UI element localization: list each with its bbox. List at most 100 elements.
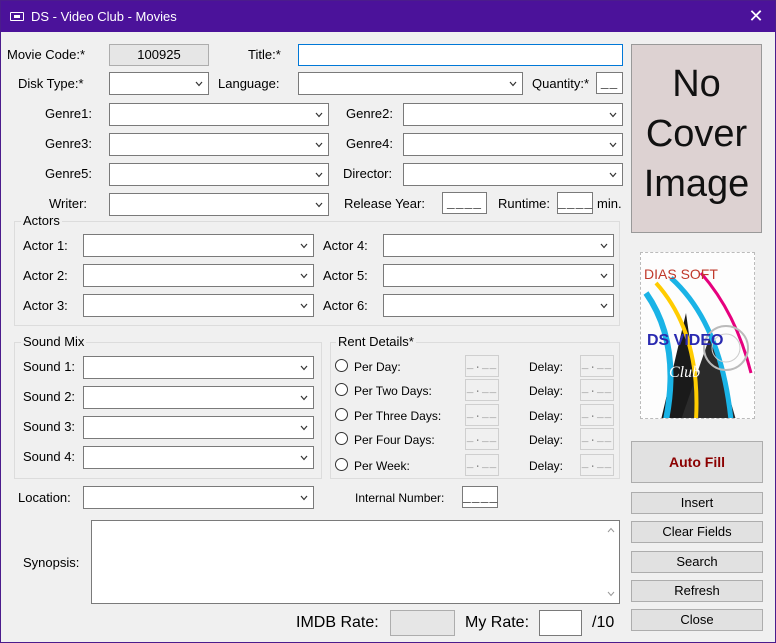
- my-rate-input[interactable]: [539, 610, 582, 636]
- synopsis-scrollbar[interactable]: [603, 521, 619, 603]
- per-two-days-label: Per Two Days:: [354, 384, 432, 398]
- per-two-days-delay-label: Delay:: [529, 384, 564, 398]
- chevron-down-icon: [315, 112, 323, 118]
- imdb-rate-label: IMDB Rate:: [296, 614, 379, 631]
- release-year-label: Release Year:: [344, 196, 425, 211]
- genre4-label: Genre4:: [346, 136, 393, 151]
- location-select[interactable]: [83, 486, 314, 509]
- chevron-down-icon: [509, 81, 517, 87]
- sound2-label: Sound 2:: [23, 389, 76, 404]
- per-week-radio[interactable]: [335, 458, 348, 471]
- chevron-down-icon: [600, 243, 608, 249]
- my-rate-label: My Rate:: [465, 614, 530, 631]
- close-window-icon[interactable]: ✕: [745, 5, 767, 27]
- cover-image[interactable]: No Cover Image: [631, 44, 762, 233]
- clear-fields-button[interactable]: Clear Fields: [631, 521, 763, 543]
- sound1-select[interactable]: [83, 356, 314, 379]
- per-two-days-price[interactable]: _.__: [465, 379, 499, 401]
- chevron-down-icon: [609, 172, 617, 178]
- sound3-select[interactable]: [83, 416, 314, 439]
- actor2-label: Actor 2:: [23, 268, 68, 283]
- quantity-label: Quantity:*: [532, 76, 590, 91]
- search-button[interactable]: Search: [631, 551, 763, 573]
- per-three-days-label: Per Three Days:: [354, 409, 442, 423]
- my-rate-scale-label: /10: [592, 614, 615, 631]
- actor4-select[interactable]: [383, 234, 614, 257]
- cover-text-line3: Image: [643, 163, 750, 205]
- per-two-days-delay[interactable]: _.__: [580, 379, 614, 401]
- per-two-days-radio[interactable]: [335, 383, 348, 396]
- per-four-days-label: Per Four Days:: [354, 433, 435, 447]
- actor1-label: Actor 1:: [23, 238, 68, 253]
- actor4-label: Actor 4:: [323, 238, 368, 253]
- genre1-select[interactable]: [109, 103, 329, 126]
- writer-label: Writer:: [49, 196, 88, 211]
- per-day-delay[interactable]: _.__: [580, 355, 614, 377]
- writer-select[interactable]: [109, 193, 329, 216]
- cover-text-line1: No: [672, 63, 721, 105]
- logo-mid-text: DS VIDEO: [647, 332, 723, 349]
- per-day-radio[interactable]: [335, 359, 348, 372]
- quantity-input[interactable]: __: [596, 72, 623, 94]
- genre5-label: Genre5:: [45, 166, 92, 181]
- genre3-select[interactable]: [109, 133, 329, 156]
- actor5-label: Actor 5:: [323, 268, 368, 283]
- per-four-days-price[interactable]: _.__: [465, 428, 499, 450]
- chevron-down-icon: [300, 425, 308, 431]
- actor3-label: Actor 3:: [23, 298, 68, 313]
- runtime-unit-label: min.: [597, 196, 622, 211]
- disk-type-select[interactable]: [109, 72, 209, 95]
- sound3-label: Sound 3:: [23, 419, 76, 434]
- location-label: Location:: [18, 490, 71, 505]
- chevron-down-icon: [300, 495, 308, 501]
- scroll-down-icon[interactable]: [607, 591, 615, 597]
- runtime-label: Runtime:: [498, 196, 551, 211]
- per-day-delay-label: Delay:: [529, 360, 564, 374]
- per-three-days-price[interactable]: _.__: [465, 404, 499, 426]
- sound4-select[interactable]: [83, 446, 314, 469]
- genre4-select[interactable]: [403, 133, 623, 156]
- actor2-select[interactable]: [83, 264, 314, 287]
- per-three-days-delay-label: Delay:: [529, 409, 564, 423]
- rent-details-group-title: Rent Details*: [336, 334, 416, 349]
- app-icon: [10, 12, 24, 21]
- per-three-days-radio[interactable]: [335, 408, 348, 421]
- release-year-input[interactable]: ____: [442, 192, 487, 214]
- cover-text-line2: Cover: [645, 113, 748, 155]
- per-four-days-delay[interactable]: _.__: [580, 428, 614, 450]
- per-day-price[interactable]: _.__: [465, 355, 499, 377]
- close-button[interactable]: Close: [631, 609, 763, 631]
- per-three-days-delay[interactable]: _.__: [580, 404, 614, 426]
- company-logo: DIAS SOFT DS VIDEO Club: [640, 252, 755, 419]
- actor1-select[interactable]: [83, 234, 314, 257]
- imdb-rate-field: [390, 610, 455, 636]
- sound-mix-group-title: Sound Mix: [21, 334, 87, 349]
- genre5-select[interactable]: [109, 163, 329, 186]
- runtime-input[interactable]: ____: [557, 192, 593, 214]
- synopsis-textarea[interactable]: [91, 520, 620, 604]
- chevron-down-icon: [300, 303, 308, 309]
- scroll-up-icon[interactable]: [607, 527, 615, 533]
- language-select[interactable]: [298, 72, 523, 95]
- sound2-select[interactable]: [83, 386, 314, 409]
- auto-fill-button[interactable]: Auto Fill: [631, 441, 763, 483]
- chevron-down-icon: [315, 172, 323, 178]
- genre2-select[interactable]: [403, 103, 623, 126]
- movie-code-field: 100925: [109, 44, 209, 66]
- logo-bottom-text: Club: [669, 364, 700, 381]
- per-four-days-radio[interactable]: [335, 432, 348, 445]
- actor3-select[interactable]: [83, 294, 314, 317]
- disk-type-label: Disk Type:*: [18, 76, 84, 91]
- actor6-select[interactable]: [383, 294, 614, 317]
- actor5-select[interactable]: [383, 264, 614, 287]
- title-input[interactable]: [298, 44, 623, 66]
- chevron-down-icon: [600, 303, 608, 309]
- sound1-label: Sound 1:: [23, 359, 76, 374]
- per-week-delay[interactable]: _.__: [580, 454, 614, 476]
- internal-number-input[interactable]: ____: [462, 486, 498, 508]
- per-four-days-delay-label: Delay:: [529, 433, 564, 447]
- per-week-price[interactable]: _.__: [465, 454, 499, 476]
- director-select[interactable]: [403, 163, 623, 186]
- insert-button[interactable]: Insert: [631, 492, 763, 514]
- refresh-button[interactable]: Refresh: [631, 580, 763, 602]
